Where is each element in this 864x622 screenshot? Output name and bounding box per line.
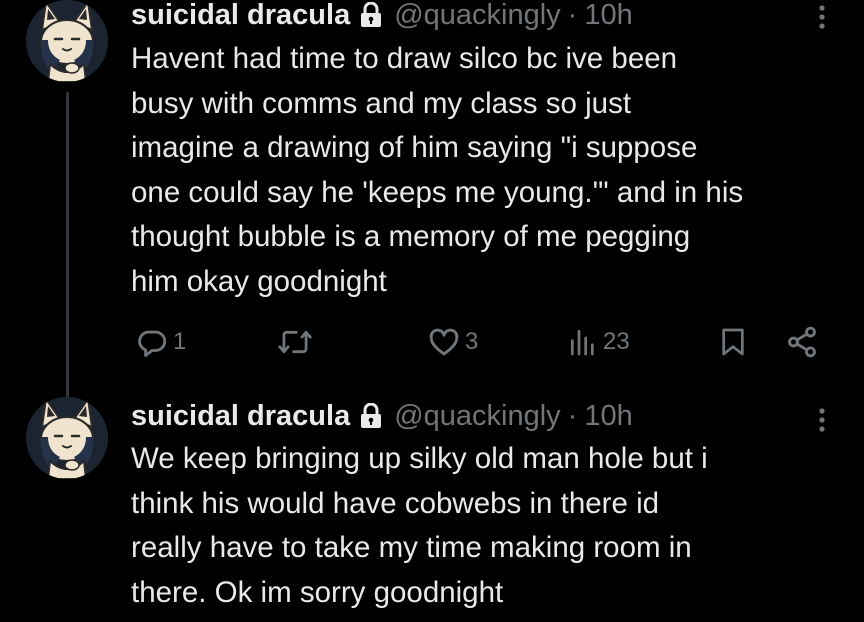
retweet-button[interactable] (277, 322, 317, 362)
like-button[interactable]: 3 (427, 322, 478, 362)
tweet[interactable]: suicidal dracula @quackingly · 10h Haven… (0, 0, 864, 398)
author-display-name[interactable]: suicidal dracula (131, 400, 350, 433)
like-count: 3 (465, 328, 479, 355)
cat-avatar-icon (26, 397, 108, 479)
avatar[interactable] (26, 397, 108, 479)
more-options-icon[interactable] (812, 403, 832, 437)
author-handle[interactable]: @quackingly (394, 0, 560, 32)
header-separator: · (567, 0, 578, 31)
tweet-header: suicidal dracula @quackingly · 10h (131, 0, 633, 32)
header-separator: · (567, 399, 578, 432)
tweet-actions-bar: 1 3 23 (131, 322, 831, 362)
tweet[interactable]: suicidal dracula @quackingly · 10h We ke… (0, 395, 864, 622)
author-handle[interactable]: @quackingly (394, 400, 560, 433)
bookmark-button[interactable] (717, 322, 749, 362)
view-count: 23 (603, 328, 630, 355)
tweet-text: We keep bringing up silky old man hole b… (131, 442, 708, 609)
tweet-timestamp[interactable]: 10h (584, 0, 632, 32)
thread-connector-line (66, 92, 69, 398)
author-display-name[interactable]: suicidal dracula (131, 0, 350, 32)
bar-chart-icon (571, 330, 594, 356)
retweet-icon (278, 330, 312, 354)
bookmark-icon (722, 328, 744, 356)
lock-icon (360, 1, 382, 28)
reply-icon (138, 330, 167, 357)
share-icon (788, 326, 816, 358)
views-button[interactable]: 23 (567, 322, 630, 362)
lock-icon (360, 402, 382, 429)
reply-button[interactable]: 1 (135, 322, 186, 362)
share-button[interactable] (785, 322, 819, 362)
tweet-header: suicidal dracula @quackingly · 10h (131, 399, 633, 433)
heart-icon (429, 328, 459, 356)
reply-count: 1 (173, 328, 187, 355)
cat-avatar-icon (26, 0, 108, 82)
tweet-text: Havent had time to draw silco bc ive bee… (131, 42, 744, 298)
tweet-timestamp[interactable]: 10h (584, 400, 632, 433)
avatar[interactable] (26, 0, 108, 82)
more-options-icon[interactable] (812, 0, 832, 34)
